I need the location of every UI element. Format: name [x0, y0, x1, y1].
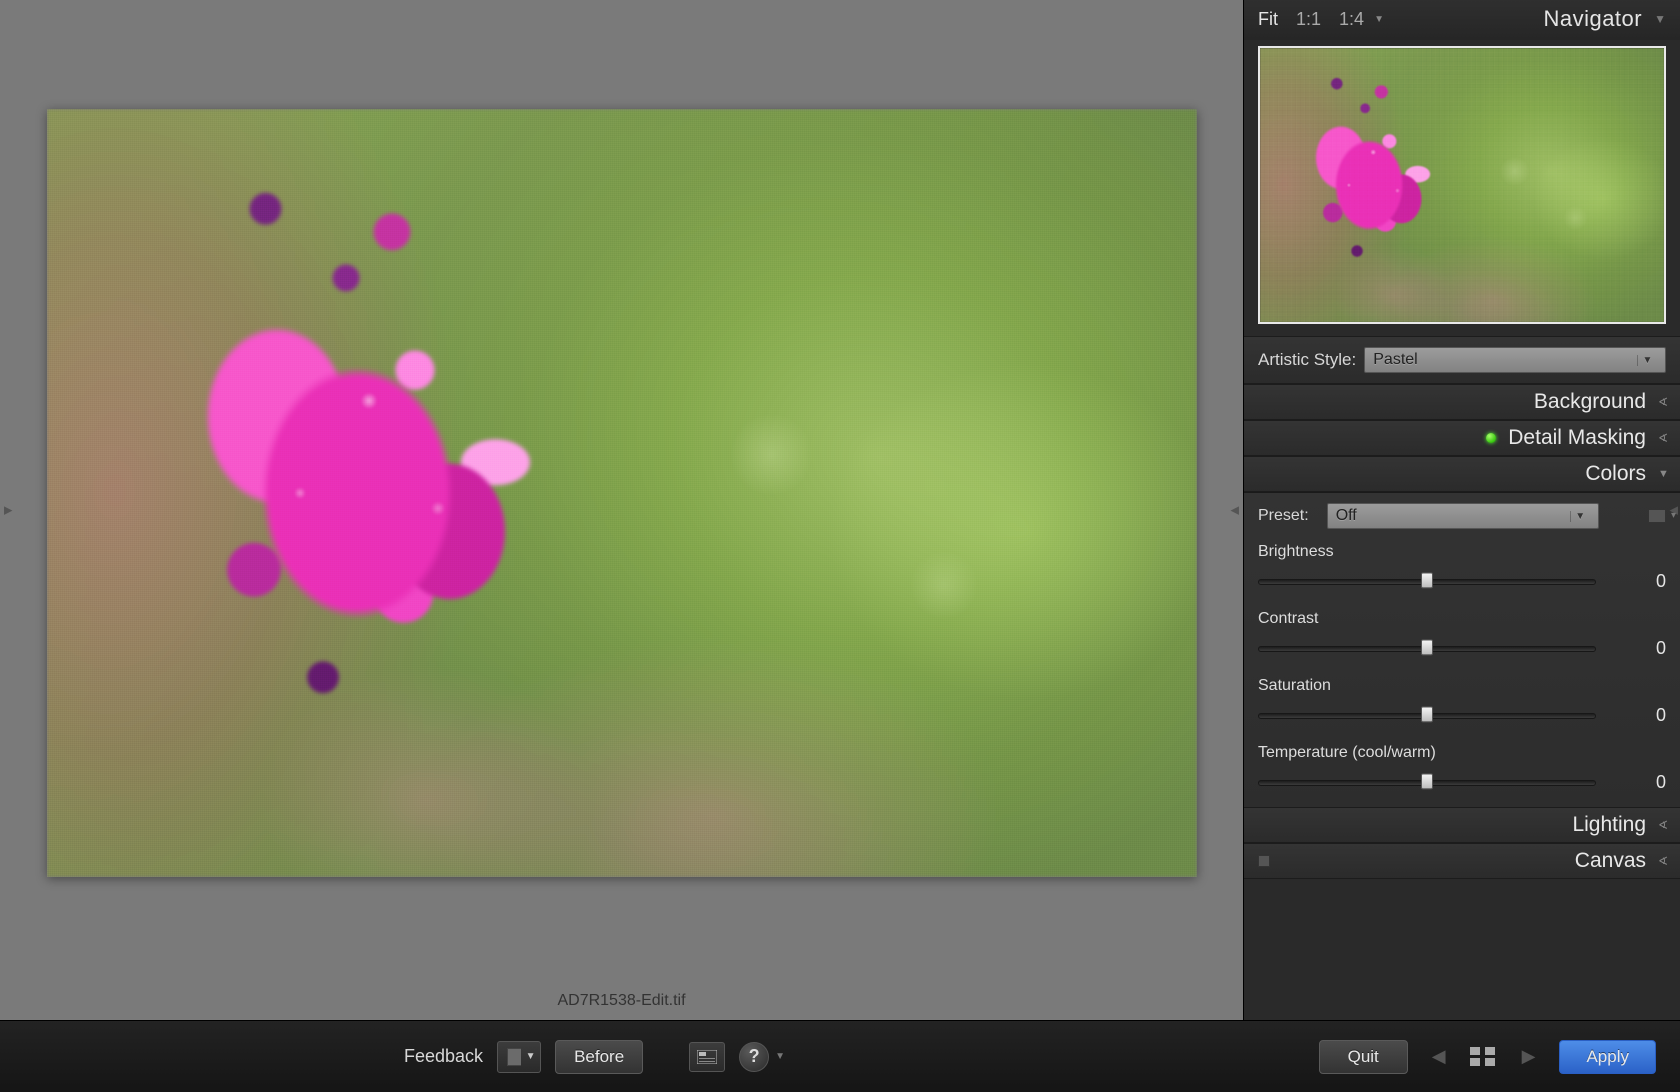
saturation-slider[interactable] — [1258, 713, 1596, 719]
navigator-title: Navigator — [1543, 6, 1642, 32]
section-colors[interactable]: Colors ▼ — [1244, 456, 1680, 492]
filename-label: AD7R1538-Edit.tif — [0, 986, 1243, 1020]
right-panel-collapse-handle[interactable]: ◀ — [1229, 484, 1241, 537]
bottom-toolbar: Feedback ▼ Before ? ▼ Quit ◀ ▶ Apply — [0, 1020, 1680, 1092]
chevron-right-icon: ∢ — [1658, 431, 1666, 445]
chevron-right-icon: ∢ — [1658, 818, 1666, 832]
section-detail-masking[interactable]: Detail Masking ∢ — [1244, 420, 1680, 456]
navigator-thumbnail[interactable] — [1258, 46, 1666, 324]
canvas-toggle-icon[interactable] — [1258, 855, 1270, 867]
compare-view-button[interactable] — [689, 1042, 725, 1072]
section-lighting[interactable]: Lighting ∢ — [1244, 807, 1680, 843]
slider-temperature: Temperature (cool/warm) 0 — [1258, 744, 1666, 793]
contrast-slider[interactable] — [1258, 646, 1596, 652]
quit-button[interactable]: Quit — [1319, 1040, 1408, 1074]
grid-view-button[interactable] — [1470, 1047, 1498, 1066]
preset-label: Preset: — [1258, 507, 1309, 525]
chevron-right-icon: ∢ — [1658, 854, 1666, 868]
artistic-style-label: Artistic Style: — [1258, 350, 1356, 370]
slider-label: Temperature (cool/warm) — [1258, 744, 1666, 762]
swatch-dropdown-icon[interactable]: ▼ — [521, 1041, 541, 1073]
slider-saturation: Saturation 0 — [1258, 677, 1666, 726]
temperature-value: 0 — [1624, 772, 1666, 793]
brightness-slider[interactable] — [1258, 579, 1596, 585]
feedback-label: Feedback — [404, 1046, 483, 1067]
next-image-arrow-icon: ▶ — [1516, 1040, 1542, 1073]
slider-label: Saturation — [1258, 677, 1666, 695]
section-background-label: Background — [1534, 390, 1646, 414]
brightness-value: 0 — [1624, 571, 1666, 592]
prev-image-arrow-icon: ◀ — [1426, 1040, 1452, 1073]
section-canvas[interactable]: Canvas ∢ — [1244, 843, 1680, 879]
section-detail-masking-label: Detail Masking — [1508, 426, 1646, 450]
section-colors-label: Colors — [1585, 462, 1646, 486]
preset-value: Off — [1336, 507, 1357, 525]
dropdown-arrow-icon: ▼ — [1570, 511, 1590, 522]
temperature-slider[interactable] — [1258, 780, 1596, 786]
slider-label: Contrast — [1258, 610, 1666, 628]
zoom-fit[interactable]: Fit — [1258, 9, 1278, 30]
artistic-style-dropdown[interactable]: Pastel ▼ — [1364, 347, 1666, 373]
apply-button[interactable]: Apply — [1559, 1040, 1656, 1074]
chevron-down-icon: ▼ — [1658, 468, 1666, 480]
right-panel: ◀ Fit 1:1 1:4 ▼ Navigator ▼ Artistic Sty… — [1244, 0, 1680, 1020]
preview-image[interactable] — [47, 109, 1197, 877]
zoom-1-4[interactable]: 1:4 — [1339, 9, 1364, 30]
section-lighting-label: Lighting — [1572, 813, 1646, 837]
left-panel-expand-handle[interactable]: ▶ — [2, 484, 14, 537]
artistic-style-value: Pastel — [1373, 351, 1417, 369]
section-background[interactable]: Background ∢ — [1244, 384, 1680, 420]
zoom-dropdown-icon[interactable]: ▼ — [1374, 14, 1384, 25]
before-button[interactable]: Before — [555, 1040, 643, 1074]
active-indicator-icon — [1486, 433, 1496, 443]
chevron-right-icon: ∢ — [1658, 395, 1666, 409]
help-button[interactable]: ? — [739, 1042, 769, 1072]
navigator-collapse-icon[interactable]: ▼ — [1654, 12, 1666, 26]
artistic-style-row: Artistic Style: Pastel ▼ — [1244, 336, 1680, 384]
canvas-pane: ▶ ◀ AD7R1538-Edit.tif — [0, 0, 1244, 1020]
slider-contrast: Contrast 0 — [1258, 610, 1666, 659]
colors-panel-body: Preset: Off ▼ Brightness 0 Contrast — [1244, 492, 1680, 807]
contrast-value: 0 — [1624, 638, 1666, 659]
navigator-header: Fit 1:1 1:4 ▼ Navigator ▼ — [1244, 0, 1680, 40]
preset-save-icon[interactable] — [1648, 509, 1666, 523]
preset-dropdown[interactable]: Off ▼ — [1327, 503, 1599, 529]
slider-label: Brightness — [1258, 543, 1666, 561]
help-dropdown-icon[interactable]: ▼ — [775, 1051, 785, 1062]
slider-brightness: Brightness 0 — [1258, 543, 1666, 592]
saturation-value: 0 — [1624, 705, 1666, 726]
dropdown-arrow-icon: ▼ — [1637, 355, 1657, 366]
zoom-1-1[interactable]: 1:1 — [1296, 9, 1321, 30]
section-canvas-label: Canvas — [1575, 849, 1646, 873]
